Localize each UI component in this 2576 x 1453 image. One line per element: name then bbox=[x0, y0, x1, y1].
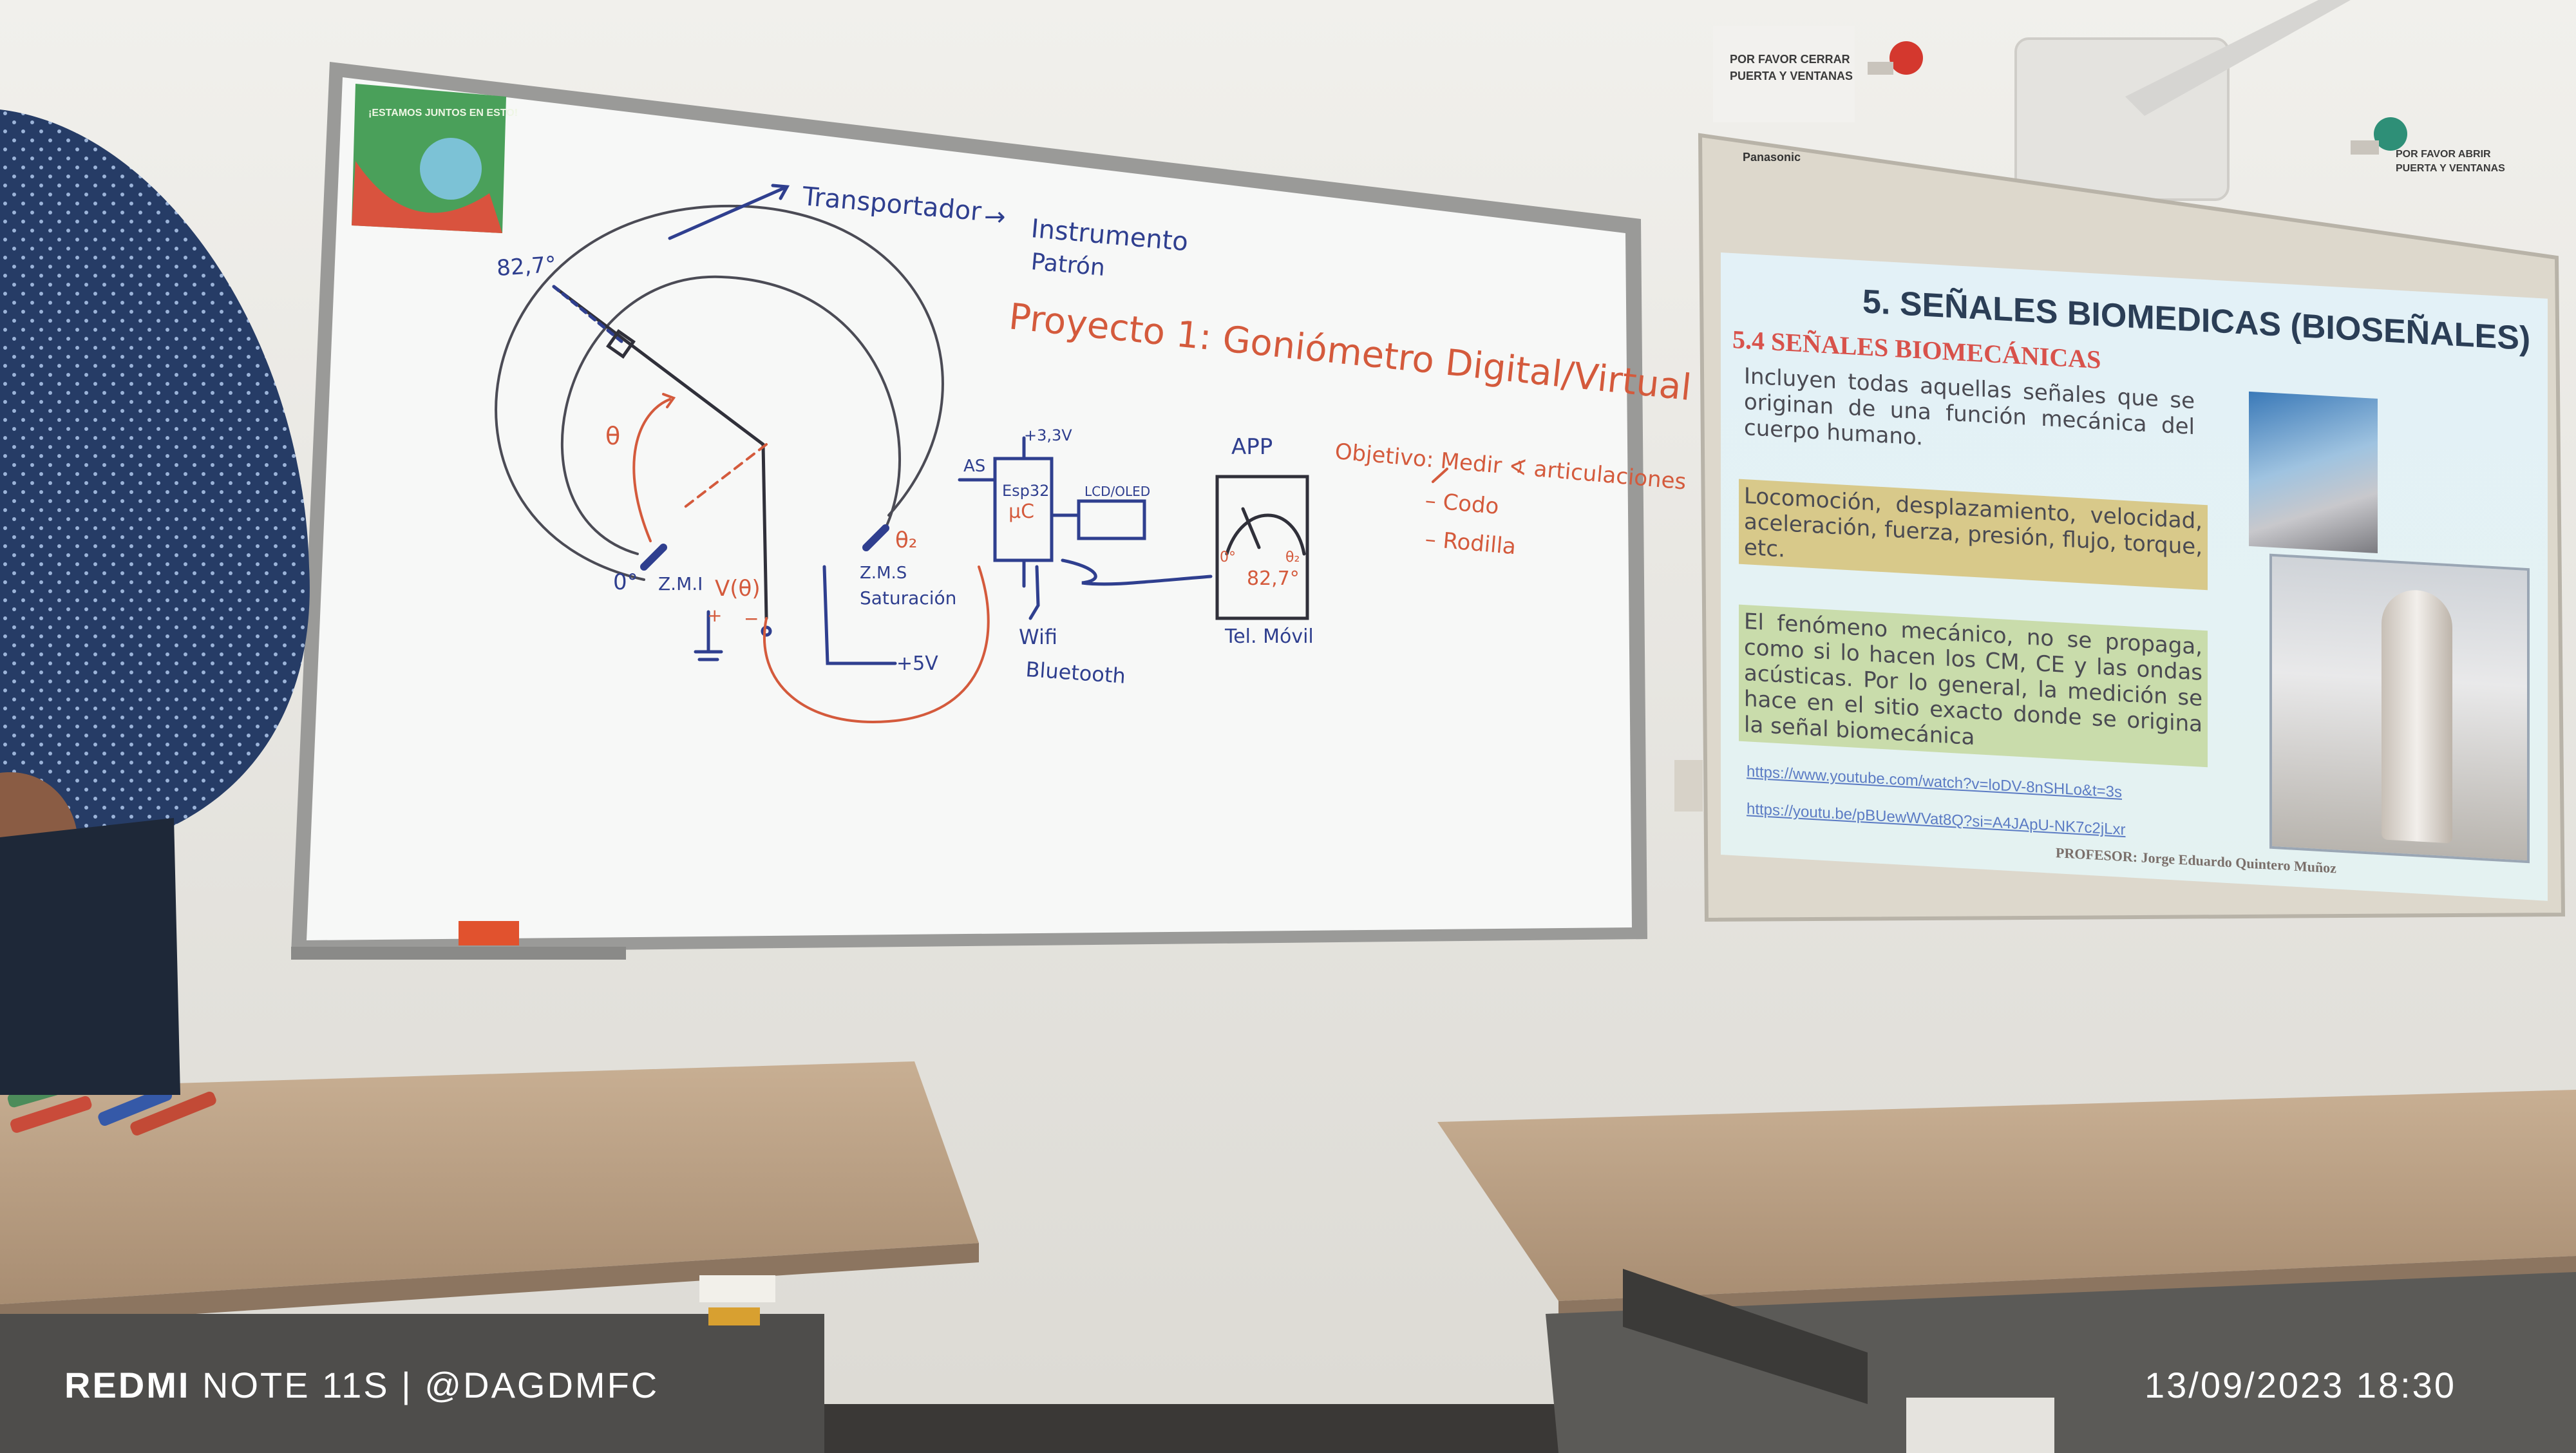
theta2-label: θ₂ bbox=[895, 527, 917, 553]
camera-brand: REDMI bbox=[64, 1365, 191, 1405]
lcd-label: LCD/OLED bbox=[1084, 484, 1150, 499]
camera-watermark-datetime: 13/09/2023 18:30 bbox=[2145, 1365, 2456, 1405]
slide-paragraph-3: El fenómeno mecánico, no se propaga, com… bbox=[1739, 604, 2208, 768]
saturacion-label: Saturación bbox=[860, 587, 956, 609]
measurement-screenshot bbox=[2269, 553, 2530, 864]
tel-movil-label: Tel. Móvil bbox=[1224, 625, 1314, 648]
theta-label: θ bbox=[605, 422, 620, 450]
plus-label: + bbox=[707, 605, 722, 626]
zmi-label: Z.M.I bbox=[658, 573, 703, 594]
dial-theta2-label: θ₂ bbox=[1285, 549, 1300, 565]
slide: 5. SEÑALES BIOMEDICAS (BIOSEÑALES) 5.4 S… bbox=[1721, 252, 2548, 901]
wall-outlet bbox=[1906, 1398, 2054, 1453]
sign-open-line1: POR FAVOR ABRIR bbox=[2396, 149, 2491, 160]
plus33v-label: +3,3V bbox=[1024, 426, 1072, 444]
sign-close-line2: PUERTA Y VENTANAS bbox=[1730, 70, 1853, 82]
minus-label: − bbox=[744, 608, 759, 629]
as-label: AS bbox=[963, 457, 985, 476]
camera-watermark-model: REDMI NOTE 11S | @DAGDMFC bbox=[64, 1364, 659, 1406]
plus5v-label: +5V bbox=[896, 652, 938, 675]
slide-paragraph-1: Incluyen todas aquellas señales que se o… bbox=[1744, 363, 2195, 451]
floor bbox=[805, 1404, 1578, 1453]
sticker-text: ¡ESTAMOS JUNTOS EN ESTO! bbox=[368, 108, 518, 119]
esp32-label: Esp32 bbox=[1002, 482, 1049, 500]
v-theta-label: V(θ) bbox=[715, 576, 761, 602]
slide-paragraph-2: Locomoción, desplazamiento, velocidad, a… bbox=[1739, 479, 2208, 591]
sign-open-line2: PUERTA Y VENTANAS bbox=[2396, 163, 2505, 174]
goniometer-photo bbox=[2249, 391, 2378, 554]
sticker: ¡ESTAMOS JUNTOS EN ESTO! bbox=[352, 84, 518, 233]
wifi-label: Wifi bbox=[1019, 625, 1057, 649]
sign-close-line1: POR FAVOR CERRAR bbox=[1730, 53, 1850, 66]
red-button bbox=[1889, 41, 1923, 75]
app-label: APP bbox=[1231, 434, 1273, 460]
slide-link-1[interactable]: https://www.youtube.com/watch?v=loDV-8nS… bbox=[1747, 763, 2122, 802]
arm-figure bbox=[2382, 588, 2452, 844]
projector-brand: Panasonic bbox=[1743, 151, 1801, 164]
dial-zero-label: 0° bbox=[1220, 549, 1236, 565]
slide-link-2[interactable]: https://youtu.be/pBUewWVat8Q?si=A4JApU-N… bbox=[1747, 800, 2126, 839]
camera-model: NOTE 11S | @DAGDMFC bbox=[202, 1365, 659, 1405]
zms-label: Z.M.S bbox=[860, 564, 907, 583]
uc-label: µC bbox=[1009, 500, 1034, 523]
arrow-label: → bbox=[984, 202, 1006, 232]
eraser bbox=[459, 921, 519, 945]
inventory-label bbox=[699, 1275, 775, 1302]
dial-value-label: 82,7° bbox=[1247, 567, 1300, 590]
zero-degree-label: 0° bbox=[613, 569, 638, 595]
angle-label: 82,7° bbox=[496, 252, 557, 281]
marker-tray bbox=[291, 947, 626, 960]
